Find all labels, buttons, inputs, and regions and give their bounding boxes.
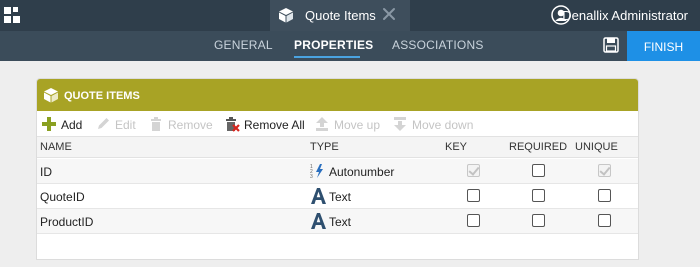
tab-general[interactable]: GENERAL bbox=[214, 38, 273, 52]
tab-properties[interactable]: PROPERTIES bbox=[294, 38, 373, 52]
text-type-icon bbox=[311, 188, 326, 204]
autonumber-icon: 1 2 3 bbox=[310, 164, 323, 180]
edit-button[interactable]: Edit bbox=[95, 116, 139, 134]
unique-checkbox bbox=[598, 164, 611, 177]
property-name: QuoteID bbox=[40, 190, 85, 204]
add-icon bbox=[42, 117, 56, 131]
quote-items-panel: QUOTE ITEMS Add Edit Remove Remove All M… bbox=[36, 78, 639, 260]
grid-header: NAME TYPE KEY REQUIRED UNIQUE bbox=[37, 136, 638, 158]
text-type-icon bbox=[311, 213, 326, 229]
panel-title: QUOTE ITEMS bbox=[64, 90, 140, 102]
finish-button-label: FINISH bbox=[643, 40, 684, 54]
top-bar: Quote Items Denallix Administrator bbox=[0, 0, 700, 31]
finish-button[interactable]: FINISH bbox=[627, 31, 700, 61]
pencil-icon bbox=[98, 118, 109, 129]
add-label: Add bbox=[61, 118, 83, 132]
move-down-icon bbox=[394, 117, 406, 131]
required-checkbox[interactable] bbox=[532, 214, 545, 227]
panel-header: QUOTE ITEMS bbox=[37, 79, 638, 111]
user-name: Denallix Administrator bbox=[562, 8, 688, 23]
move-up-label: Move up bbox=[334, 118, 381, 132]
key-checkbox[interactable] bbox=[467, 189, 480, 202]
tab-associations[interactable]: ASSOCIATIONS bbox=[392, 38, 484, 52]
unique-checkbox[interactable] bbox=[598, 189, 611, 202]
add-button[interactable]: Add bbox=[41, 116, 89, 134]
move-down-button[interactable]: Move down bbox=[392, 116, 474, 134]
column-header-name[interactable]: NAME bbox=[40, 141, 72, 153]
smartobject-icon bbox=[44, 88, 58, 103]
key-checkbox bbox=[467, 164, 480, 177]
column-header-type[interactable]: TYPE bbox=[310, 141, 339, 153]
remove-all-label: Remove All bbox=[244, 118, 305, 132]
active-tab-indicator bbox=[294, 56, 360, 58]
remove-label: Remove bbox=[168, 118, 213, 132]
unique-checkbox[interactable] bbox=[598, 214, 611, 227]
remove-all-button[interactable]: Remove All bbox=[224, 116, 305, 134]
trash-remove-all-icon bbox=[226, 117, 240, 132]
document-tab[interactable]: Quote Items bbox=[270, 0, 410, 31]
trash-icon bbox=[151, 117, 161, 131]
required-checkbox[interactable] bbox=[532, 189, 545, 202]
wizard-tabs: GENERAL PROPERTIES ASSOCIATIONS bbox=[0, 31, 700, 61]
move-up-button[interactable]: Move up bbox=[314, 116, 380, 134]
property-name: ID bbox=[40, 165, 52, 179]
save-icon[interactable] bbox=[603, 37, 619, 53]
remove-button[interactable]: Remove bbox=[148, 116, 218, 134]
properties-toolbar: Add Edit Remove Remove All Move up Move … bbox=[37, 113, 638, 135]
property-type: Text bbox=[329, 215, 352, 229]
key-checkbox[interactable] bbox=[467, 214, 480, 227]
column-header-required[interactable]: REQUIRED bbox=[509, 141, 567, 153]
table-row[interactable]: ID 1 2 3 Autonumber bbox=[37, 159, 638, 184]
move-down-label: Move down bbox=[412, 118, 474, 132]
required-checkbox[interactable] bbox=[532, 164, 545, 177]
document-tab-title: Quote Items bbox=[305, 8, 376, 23]
property-name: ProductID bbox=[40, 215, 94, 229]
column-header-unique[interactable]: UNIQUE bbox=[575, 141, 618, 153]
table-row[interactable]: QuoteID Text bbox=[37, 184, 638, 209]
smartobject-icon bbox=[279, 8, 293, 23]
close-icon[interactable] bbox=[380, 5, 398, 23]
move-up-icon bbox=[316, 117, 328, 131]
property-type: Text bbox=[329, 190, 352, 204]
app-menu-icon[interactable] bbox=[4, 7, 20, 23]
column-header-key[interactable]: KEY bbox=[445, 141, 467, 153]
svg-text:3: 3 bbox=[310, 174, 313, 180]
property-type: Autonumber bbox=[329, 165, 395, 179]
edit-label: Edit bbox=[115, 118, 136, 132]
table-row[interactable]: ProductID Text bbox=[37, 209, 638, 234]
